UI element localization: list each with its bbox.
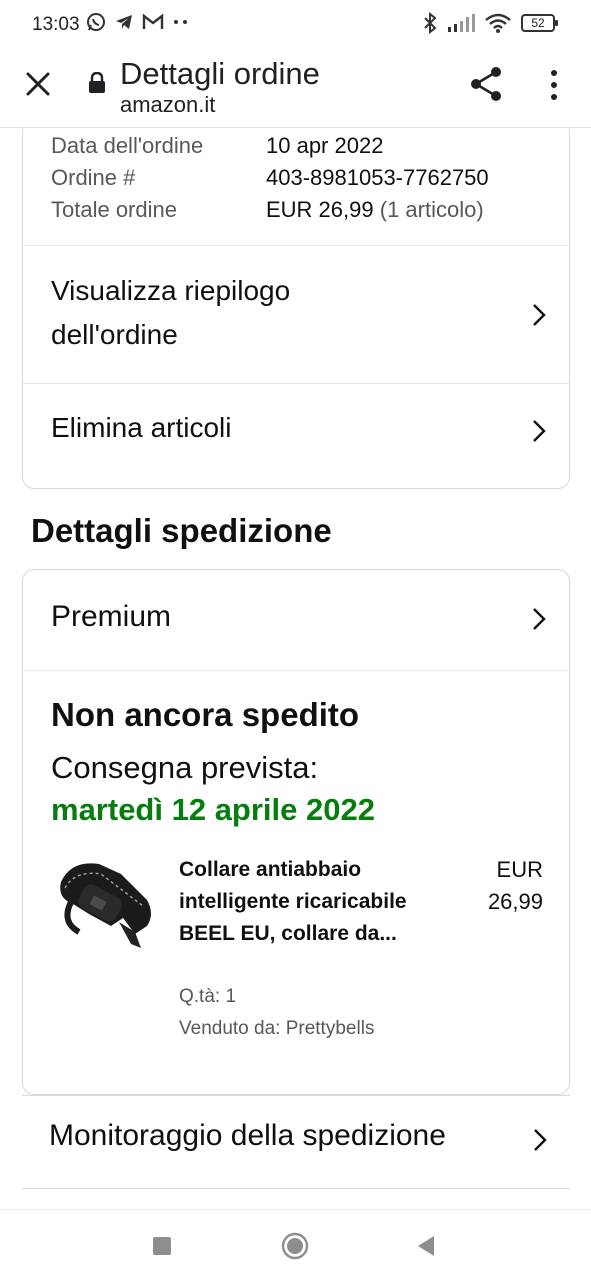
- track-shipment-link[interactable]: Monitoraggio della spedizione: [22, 1107, 570, 1173]
- summary-value: 10 apr 2022: [266, 133, 384, 158]
- home-circle-icon[interactable]: [281, 1232, 309, 1260]
- shipping-section-title: Dettagli spedizione: [31, 512, 332, 549]
- share-icon[interactable]: [468, 66, 504, 102]
- product-price: EUR 26,99: [453, 854, 543, 918]
- chevron-right-icon: [533, 304, 546, 326]
- summary-row-date: Data dell'ordine 10 apr 2022: [51, 133, 551, 165]
- order-summary-card: Data dell'ordine 10 apr 2022 Ordine # 40…: [22, 129, 570, 489]
- page-content: Data dell'ordine 10 apr 2022 Ordine # 40…: [0, 129, 591, 1209]
- shipping-method-label: Premium: [51, 600, 172, 633]
- track-shipment-label: Monitoraggio della spedizione: [49, 1119, 446, 1152]
- item-count: (1 articolo): [379, 197, 484, 222]
- chevron-right-icon: [534, 1129, 547, 1151]
- delete-items-link[interactable]: Elimina articoli: [23, 384, 569, 478]
- summary-label: Data dell'ordine: [51, 133, 204, 158]
- shipping-method-link[interactable]: Premium: [23, 570, 569, 670]
- product-image[interactable]: [51, 852, 159, 962]
- chevron-right-icon: [533, 420, 546, 442]
- gmail-icon: [142, 13, 164, 29]
- shipment-status: Non ancora spedito: [51, 696, 360, 733]
- more-vert-icon[interactable]: [542, 68, 566, 102]
- view-order-summary-link[interactable]: Visualizza riepilogo dell'ordine: [23, 246, 569, 384]
- summary-label: Ordine #: [51, 165, 136, 190]
- delete-items-label: Elimina articoli: [51, 412, 232, 443]
- summary-row-order-number: Ordine # 403-8981053-7762750: [51, 165, 551, 197]
- whatsapp-icon: [87, 13, 105, 31]
- divider: [22, 1188, 570, 1189]
- bluetooth-icon: [424, 12, 437, 34]
- status-bar: 13:03 52: [0, 0, 591, 52]
- price-value: 26,99: [487, 889, 543, 914]
- product-seller: Venduto da: Prettybells: [179, 1018, 375, 1039]
- delivery-eta-label: Consegna prevista:: [51, 750, 319, 785]
- chevron-right-icon: [533, 608, 546, 630]
- wifi-icon: [485, 13, 511, 33]
- view-summary-line1: Visualizza riepilogo: [51, 275, 291, 306]
- summary-row-total: Totale ordine EUR 26,99 (1 articolo): [51, 197, 551, 229]
- more-dots-icon: [174, 20, 187, 24]
- summary-value: 403-8981053-7762750: [266, 165, 489, 190]
- view-summary-label: Visualizza riepilogo dell'ordine: [51, 269, 290, 357]
- page-title: Dettagli ordine: [120, 56, 320, 91]
- total-amount: EUR 26,99: [266, 197, 374, 222]
- divider: [23, 670, 569, 671]
- telegram-icon: [116, 15, 132, 29]
- divider: [22, 1095, 570, 1096]
- delivery-eta-date: martedì 12 aprile 2022: [51, 792, 375, 827]
- signal-icon: [448, 14, 475, 32]
- lock-icon: [89, 72, 105, 93]
- page-url: amazon.it: [120, 92, 216, 117]
- battery-indicator: 52: [521, 14, 558, 32]
- back-triangle-icon[interactable]: [412, 1232, 440, 1260]
- close-icon[interactable]: [22, 68, 54, 100]
- shipping-card: Premium Non ancora spedito Consegna prev…: [22, 569, 570, 1095]
- order-summary: Data dell'ordine 10 apr 2022 Ordine # 40…: [51, 133, 551, 229]
- view-summary-line2: dell'ordine: [51, 319, 178, 350]
- system-nav-bar: [0, 1209, 591, 1280]
- product-quantity: Q.tà: 1: [179, 986, 237, 1007]
- product-title-link[interactable]: Collare antiabbaio intelligente ricarica…: [179, 854, 429, 950]
- summary-value: EUR 26,99 (1 articolo): [266, 197, 484, 229]
- recents-square-icon[interactable]: [148, 1232, 176, 1260]
- summary-label: Totale ordine: [51, 197, 177, 222]
- price-currency: EUR: [496, 857, 543, 882]
- browser-toolbar: Dettagli ordine amazon.it: [0, 52, 591, 128]
- status-time: 13:03: [32, 14, 80, 35]
